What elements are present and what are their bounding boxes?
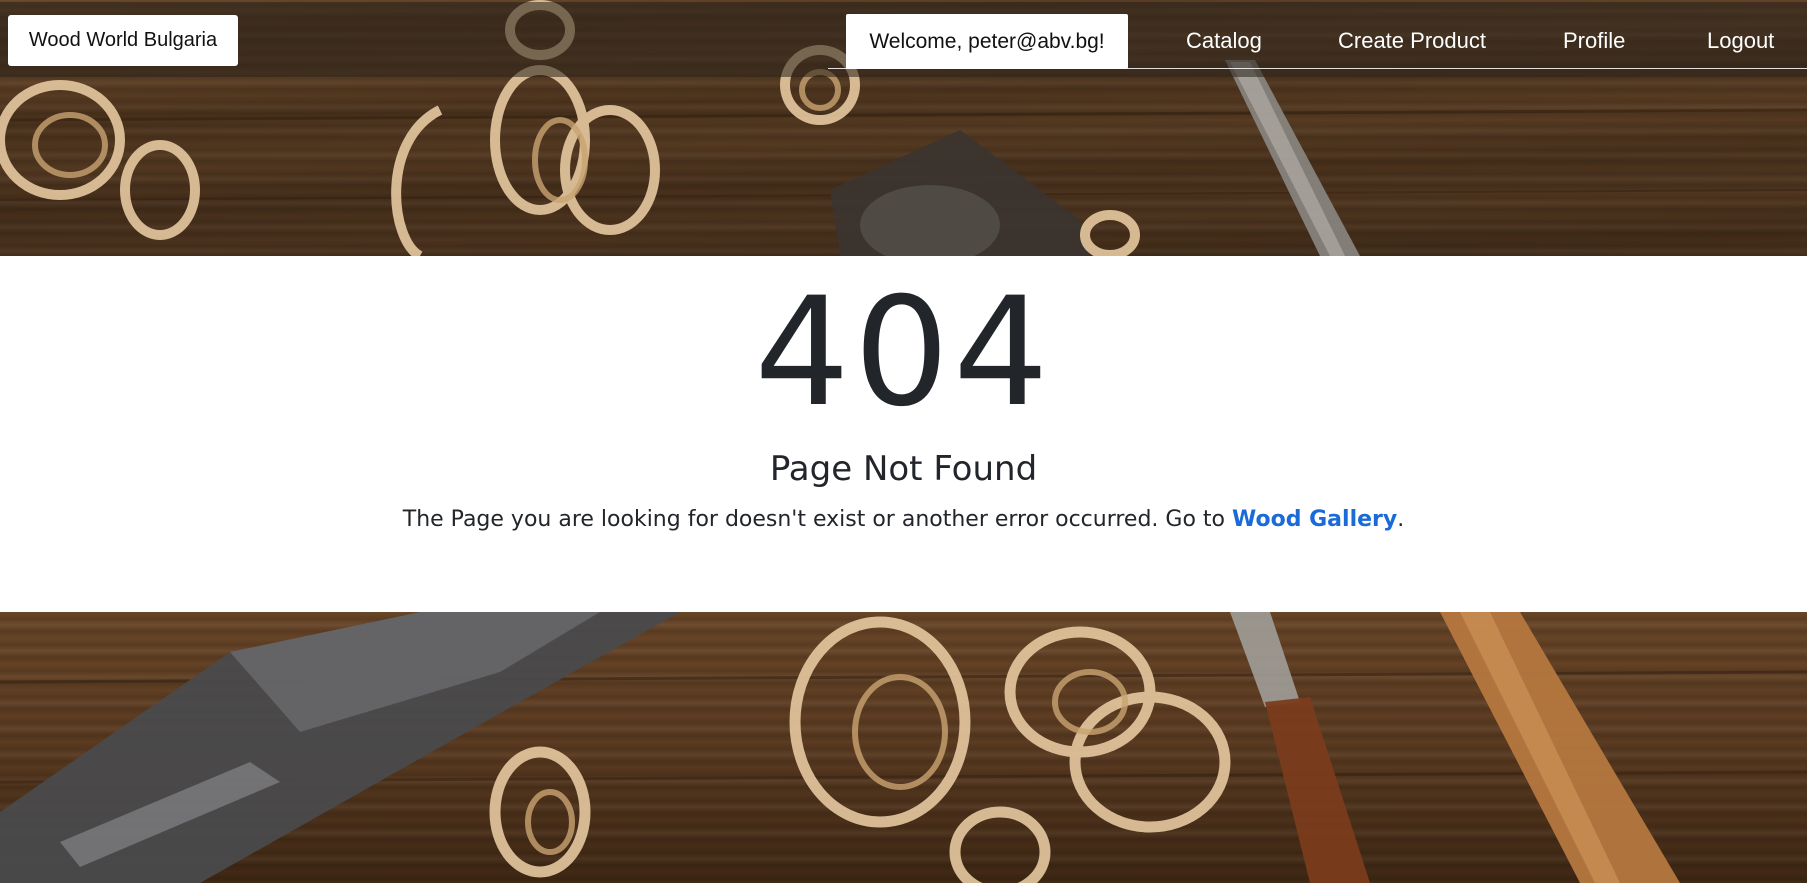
brand-link[interactable]: Wood World Bulgaria xyxy=(8,15,238,66)
error-section: 404 Page Not Found The Page you are look… xyxy=(0,256,1807,612)
hero-background-image-bottom xyxy=(0,612,1807,883)
nav-link-logout[interactable]: Logout xyxy=(1707,28,1774,54)
nav-link-profile[interactable]: Profile xyxy=(1563,28,1625,54)
nav-link-catalog[interactable]: Catalog xyxy=(1186,28,1262,54)
error-message-suffix: . xyxy=(1397,507,1405,532)
wood-gallery-link[interactable]: Wood Gallery xyxy=(1232,507,1397,532)
nav-link-create-product[interactable]: Create Product xyxy=(1338,28,1486,54)
navbar: Wood World Bulgaria Welcome, peter@abv.b… xyxy=(0,2,1807,77)
page: Wood World Bulgaria Welcome, peter@abv.b… xyxy=(0,0,1807,883)
error-title: Page Not Found xyxy=(769,449,1038,489)
nav-divider xyxy=(828,68,1807,69)
error-code: 404 xyxy=(754,266,1053,440)
error-message: The Page you are looking for doesn't exi… xyxy=(0,505,1807,535)
welcome-message: Welcome, peter@abv.bg! xyxy=(846,14,1128,69)
error-message-text: The Page you are looking for doesn't exi… xyxy=(402,507,1232,532)
wood-tools-illustration-bottom xyxy=(0,612,1807,883)
